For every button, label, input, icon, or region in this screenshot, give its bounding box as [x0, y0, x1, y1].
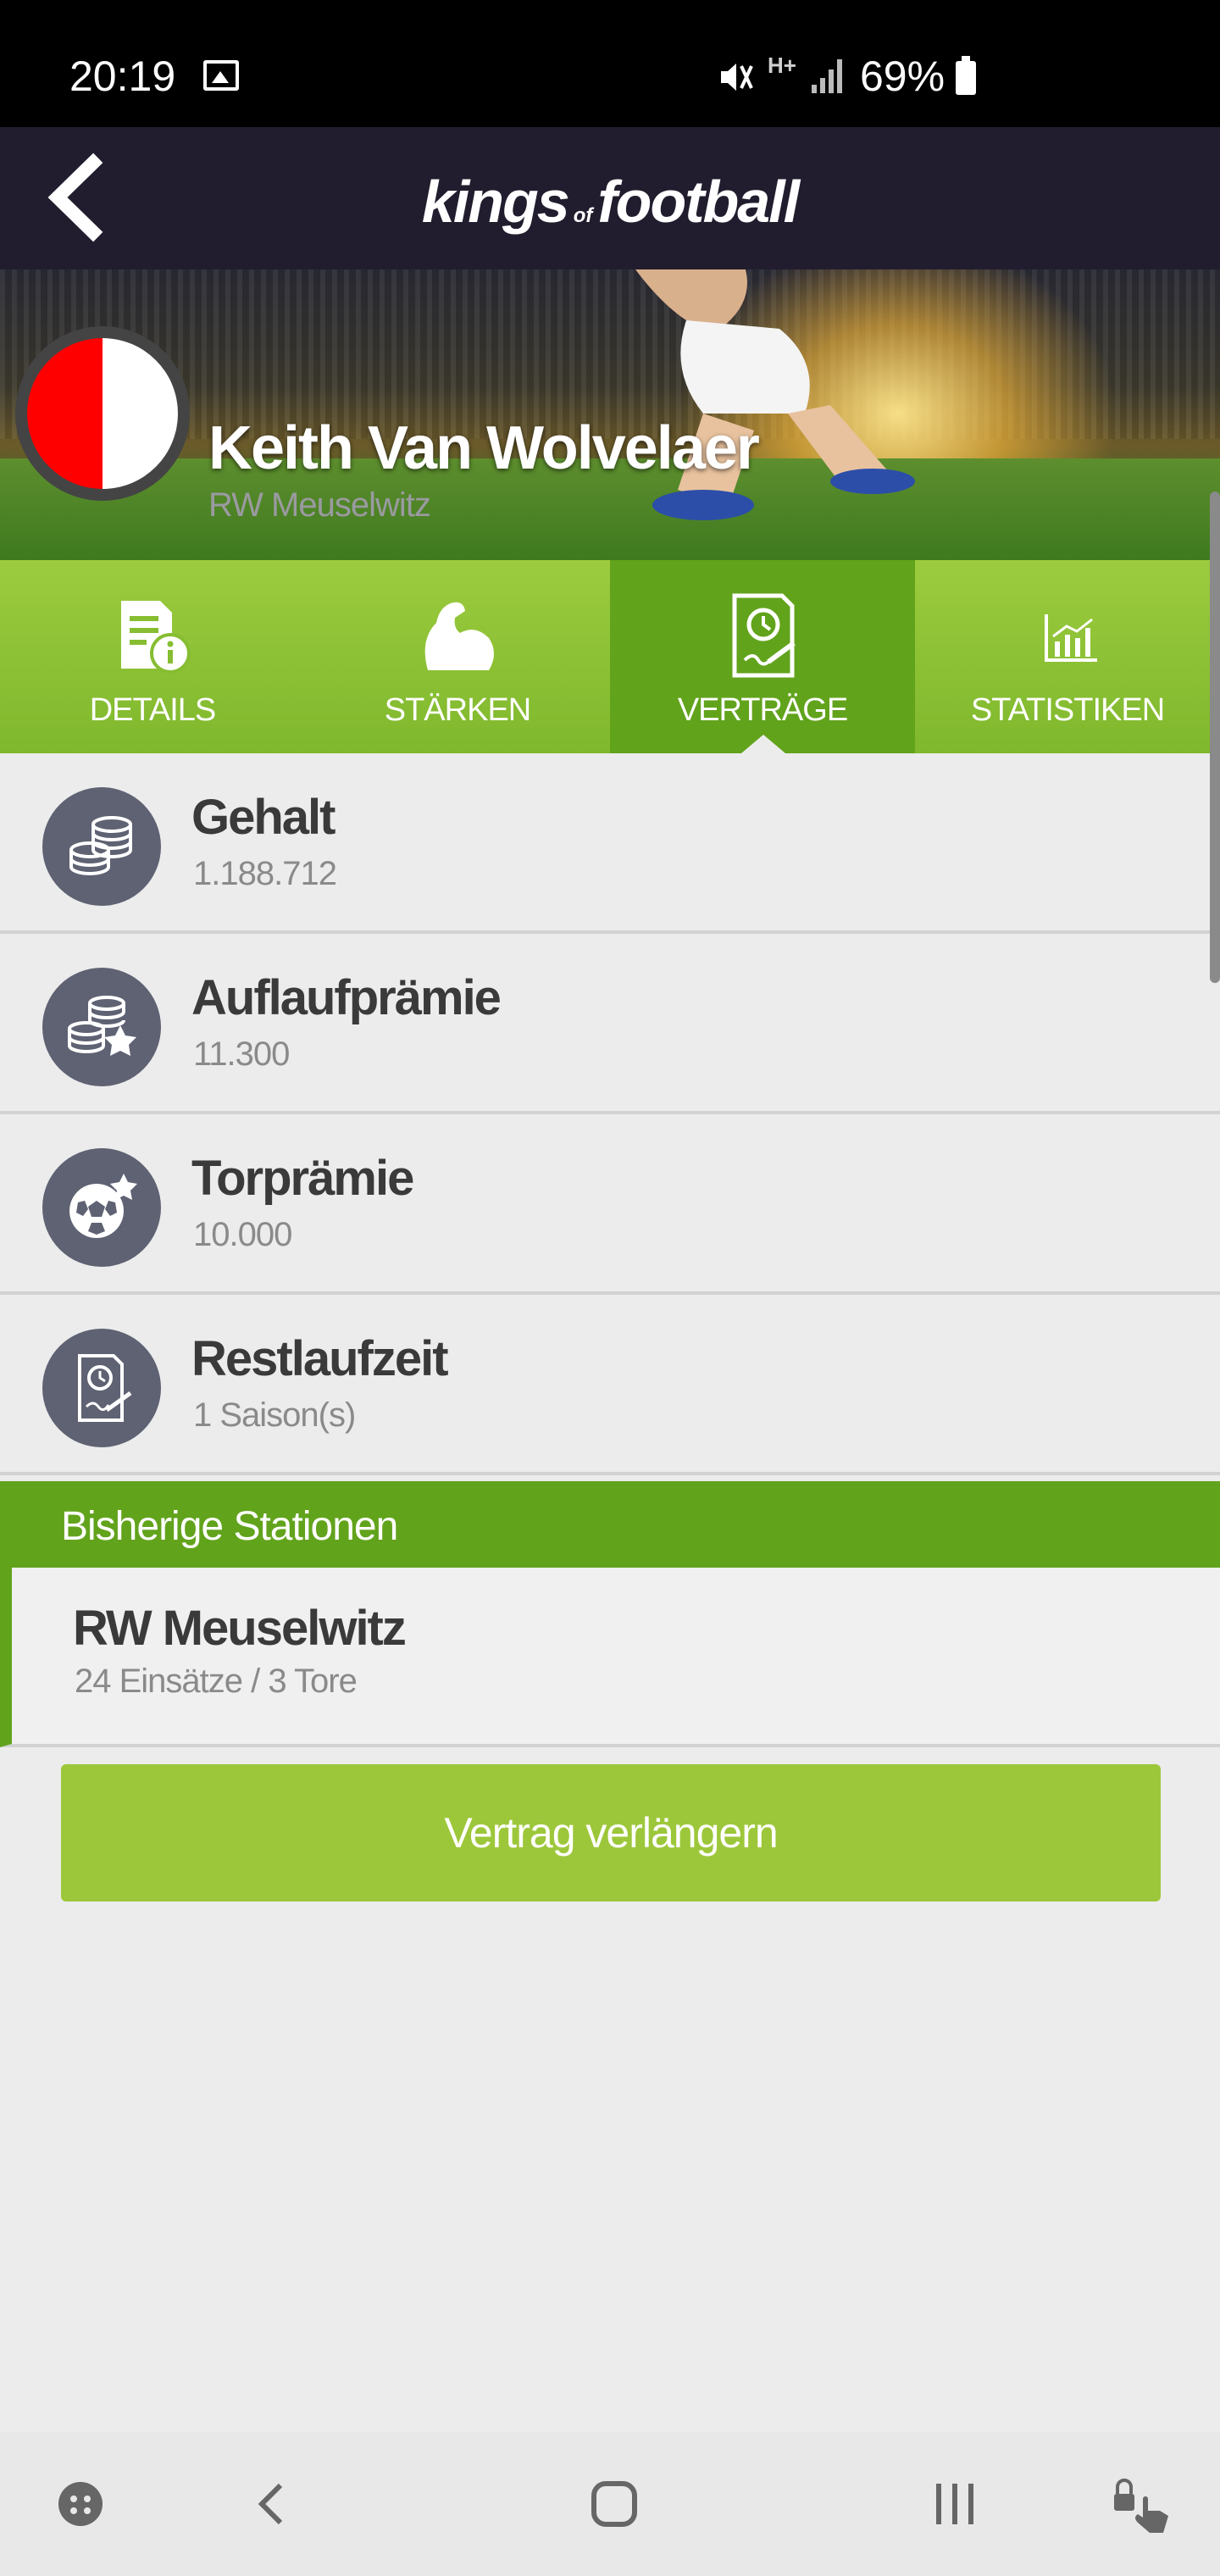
contract-item-goal-bonus: Torprämie 10.000: [0, 1114, 1220, 1295]
station-stats: 24 Einsätze / 3 Tore: [75, 1663, 358, 1700]
touch-lock-icon: [1114, 2479, 1168, 2533]
contract-item-appearance-bonus: Auflaufprämie 11.300: [0, 934, 1220, 1114]
battery-icon: [956, 56, 976, 95]
nav-home-icon: [591, 2481, 637, 2527]
touch-lock-button[interactable]: [1101, 2466, 1178, 2542]
tab-details[interactable]: DETAILS: [0, 560, 305, 753]
contract-item-remaining-term: Restlaufzeit 1 Saison(s): [0, 1295, 1220, 1475]
contract-value: 10.000: [193, 1216, 292, 1253]
scrollbar[interactable]: [1210, 491, 1220, 983]
tab-contracts[interactable]: VERTRÄGE: [610, 560, 915, 753]
contract-title: Restlaufzeit: [191, 1331, 449, 1386]
extend-contract-button[interactable]: Vertrag verlängern: [61, 1764, 1161, 1901]
section-header-label: Bisherige Stationen: [61, 1504, 398, 1549]
nav-recents-button[interactable]: [917, 2466, 993, 2542]
gallery-icon: [203, 60, 239, 91]
tab-statistics[interactable]: STATISTIKEN: [915, 560, 1220, 753]
nav-back-icon: [258, 2483, 283, 2525]
gamepad-icon: [58, 2482, 103, 2526]
system-nav-bar: [0, 2432, 1220, 2576]
nav-back-button[interactable]: [236, 2466, 312, 2542]
contract-value: 1.188.712: [193, 855, 337, 892]
brand-word-football: football: [597, 169, 800, 235]
tab-contracts-label: VERTRÄGE: [677, 692, 848, 728]
tab-strength[interactable]: STÄRKEN: [305, 560, 610, 753]
nav-home-button[interactable]: [576, 2466, 652, 2542]
strength-icon: [411, 589, 504, 682]
battery-percent: 69%: [860, 53, 946, 100]
coins-icon: [42, 787, 161, 906]
station-item: RW Meuselwitz 24 Einsätze / 3 Tore: [0, 1568, 1220, 1747]
status-time: 20:19: [69, 53, 176, 100]
brand-word-of: of: [573, 204, 593, 227]
mute-icon: [714, 56, 757, 108]
contract-list: Gehalt 1.188.712 Auflaufprämie 11.300 To…: [0, 753, 1220, 1475]
status-bar: 20:19 H+ 69%: [0, 0, 1220, 127]
contract-item-salary: Gehalt 1.188.712: [0, 753, 1220, 934]
details-icon: [106, 589, 199, 682]
player-name: Keith Van Wolvelaer: [208, 414, 760, 482]
contract-clock-icon: [42, 1329, 161, 1447]
section-header-stations: Bisherige Stationen: [0, 1481, 1220, 1568]
contract-icon: [716, 589, 809, 682]
club-badge: [15, 326, 190, 501]
statistics-icon: [1021, 589, 1114, 682]
contract-value: 11.300: [193, 1035, 290, 1073]
coins-star-icon: [42, 968, 161, 1086]
app-header: kings offootball: [0, 127, 1220, 269]
tab-strength-label: STÄRKEN: [384, 692, 531, 728]
contract-title: Auflaufprämie: [191, 970, 502, 1025]
signal-icon: [812, 59, 846, 93]
brand-word-kings: kings: [421, 169, 570, 235]
network-type: H+: [768, 53, 796, 78]
nav-recents-icon: [936, 2484, 973, 2524]
contract-title: Torprämie: [191, 1151, 414, 1206]
player-illustration: [635, 269, 915, 520]
tab-bar: DETAILS STÄRKEN VERTRÄGE STATISTIKEN: [0, 560, 1220, 753]
station-club: RW Meuselwitz: [73, 1601, 407, 1656]
game-tools-button[interactable]: [42, 2466, 119, 2542]
contract-title: Gehalt: [191, 790, 336, 845]
brand-logo: kings offootball: [0, 168, 1220, 236]
player-club: RW Meuselwitz: [208, 486, 431, 524]
tab-details-label: DETAILS: [89, 692, 217, 728]
tab-statistics-label: STATISTIKEN: [970, 692, 1165, 728]
ball-star-icon: [42, 1148, 161, 1267]
contract-value: 1 Saison(s): [193, 1396, 356, 1434]
